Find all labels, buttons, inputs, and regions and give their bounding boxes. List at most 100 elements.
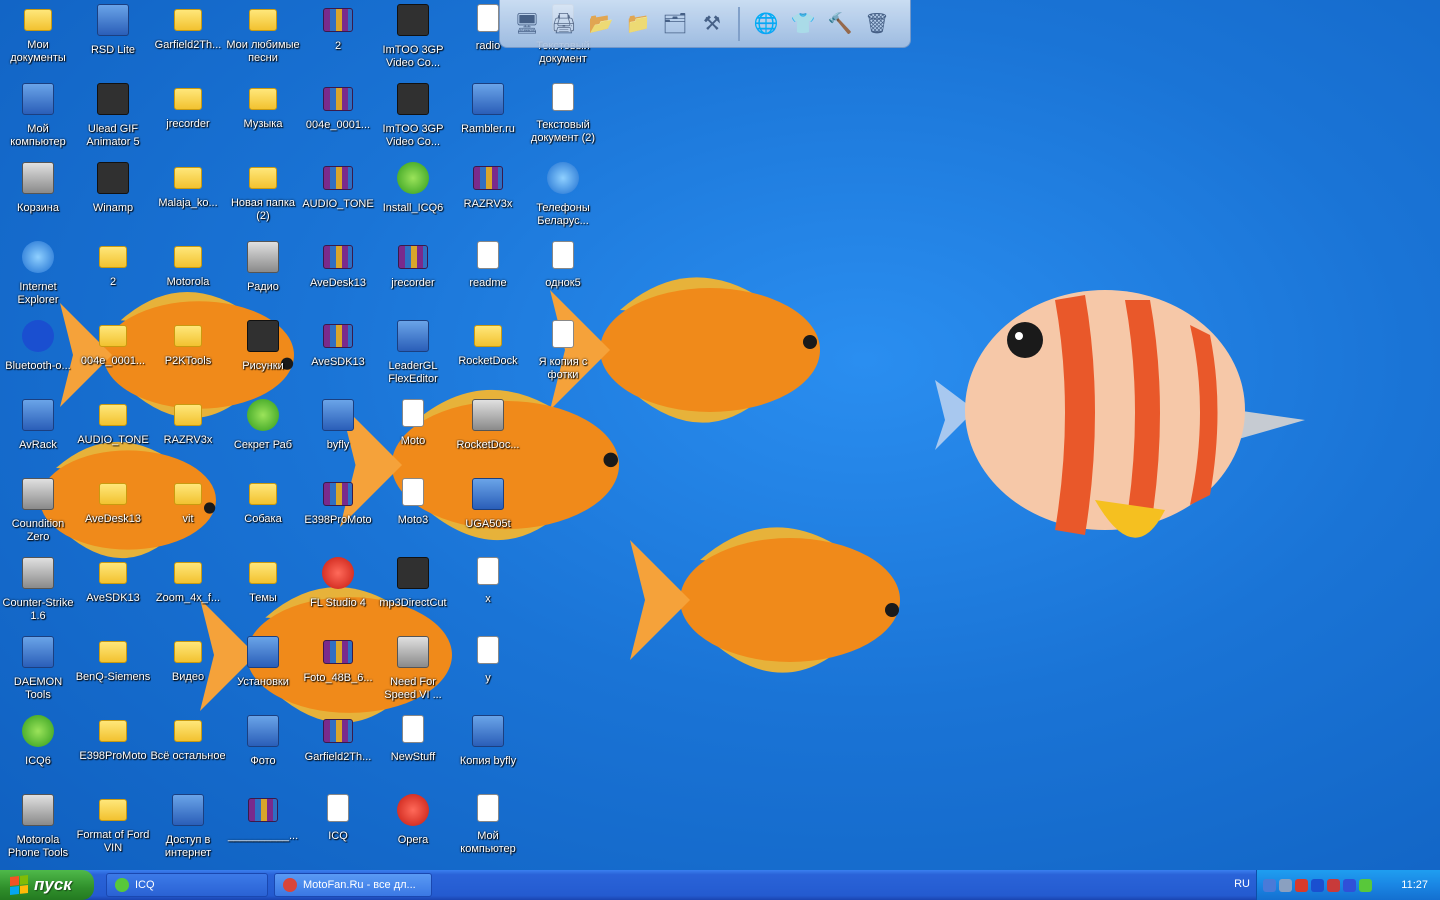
desktop-icon[interactable]: ICQ6 xyxy=(0,713,76,789)
globe-network-icon[interactable]: 🌐 xyxy=(749,7,783,41)
desktop-icon[interactable]: ImTOO 3GP Video Co... xyxy=(375,81,451,157)
desktop-icon[interactable]: Garfield2Th... xyxy=(300,713,376,789)
tshirt-icon[interactable]: 👕 xyxy=(786,7,820,41)
desktop-icon[interactable]: Фото xyxy=(225,713,301,789)
desktop-icon[interactable]: 004e_0001... xyxy=(75,318,151,394)
desktop-icon[interactable]: Moto3 xyxy=(375,476,451,552)
desktop-icon[interactable]: Foto_48B_6... xyxy=(300,634,376,710)
bluetooth-icon[interactable] xyxy=(1311,878,1324,892)
desktop-icon[interactable]: Ulead GIF Animator 5 xyxy=(75,81,151,157)
desktop-icon[interactable]: Moto xyxy=(375,397,451,473)
desktop-icon[interactable]: jrecorder xyxy=(375,239,451,315)
desktop-icon[interactable]: Видео xyxy=(150,634,226,710)
desktop-icon[interactable]: Доступ в интернет xyxy=(150,792,226,868)
desktop-icon[interactable]: Rambler.ru xyxy=(450,81,526,157)
taskbar-button-icq[interactable]: ICQ xyxy=(106,873,268,897)
desktop-icon[interactable]: Install_ICQ6 xyxy=(375,160,451,236)
desktop-icon[interactable]: Malaja_ko... xyxy=(150,160,226,236)
computer-icon[interactable]: 🖥 xyxy=(510,7,544,41)
taskbar-button-browser[interactable]: MotoFan.Ru - все дл... xyxy=(274,873,432,897)
desktop-icon[interactable]: AveSDK13 xyxy=(75,555,151,631)
desktop-icon[interactable]: Музыка xyxy=(225,81,301,157)
printer-icon[interactable]: 🖨 xyxy=(547,7,581,41)
desktop-icon[interactable]: Opera xyxy=(375,792,451,868)
desktop-icon[interactable]: Мой компьютер xyxy=(450,792,526,868)
desktop-icon[interactable]: Темы xyxy=(225,555,301,631)
start-button[interactable]: пуск xyxy=(0,870,94,900)
desktop-icon[interactable]: ImTOO 3GP Video Co... xyxy=(375,2,451,78)
desktop-icon[interactable]: Установки xyxy=(225,634,301,710)
desktop-icon[interactable]: AvRack xyxy=(0,397,76,473)
desktop-icon[interactable]: Zoom_4x_f... xyxy=(150,555,226,631)
desktop-icon[interactable]: AveDesk13 xyxy=(75,476,151,552)
desktop-icon[interactable]: DAEMON Tools xyxy=(0,634,76,710)
icq-flower-icon[interactable] xyxy=(1359,878,1372,892)
desktop-icon[interactable]: vit xyxy=(150,476,226,552)
desktop-icon[interactable]: Garfield2Th... xyxy=(150,2,226,78)
desktop-icon[interactable]: __________... xyxy=(225,792,301,868)
desktop-icon[interactable]: Всё остальное xyxy=(150,713,226,789)
desktop-icon[interactable]: byfly xyxy=(300,397,376,473)
desktop-icon[interactable]: LeaderGL FlexEditor xyxy=(375,318,451,394)
show-hidden-icon[interactable] xyxy=(1263,878,1276,892)
desktop-icon[interactable]: Мои документы xyxy=(0,2,76,78)
desktop-icon[interactable]: Текстовый документ (2) xyxy=(525,81,601,157)
desktop-icon[interactable]: однок5 xyxy=(525,239,601,315)
desktop-icon[interactable]: RocketDock xyxy=(450,318,526,394)
desktop-icon[interactable]: Motorola xyxy=(150,239,226,315)
desktop-icon[interactable]: Internet Explorer xyxy=(0,239,76,315)
desktop-icon[interactable]: RAZRV3x xyxy=(450,160,526,236)
network-icon[interactable] xyxy=(1279,878,1292,892)
desktop-icon[interactable]: jrecorder xyxy=(150,81,226,157)
desktop-icon[interactable]: AUDIO_TONE xyxy=(75,397,151,473)
desktop-icon[interactable]: 2 xyxy=(75,239,151,315)
desktop-icon[interactable]: Копия byfly xyxy=(450,713,526,789)
flag-icon[interactable] xyxy=(1295,878,1308,892)
open-folder-icon[interactable]: 📂 xyxy=(584,7,618,41)
desktop-icon[interactable]: 004e_0001... xyxy=(300,81,376,157)
shield-icon[interactable] xyxy=(1327,878,1340,892)
desktop-icon[interactable]: E398ProMoto xyxy=(300,476,376,552)
tools-icon[interactable]: ⚒ xyxy=(695,7,729,41)
desktop-icon[interactable]: AUDIO_TONE xyxy=(300,160,376,236)
desktop-icon[interactable]: BenQ-Siemens xyxy=(75,634,151,710)
desktop-icon[interactable]: Радио xyxy=(225,239,301,315)
desktop-icon[interactable]: RocketDoc... xyxy=(450,397,526,473)
picture-folder-icon[interactable]: 🗂 xyxy=(658,7,692,41)
recycle-bin-icon[interactable]: 🗑 xyxy=(860,7,894,41)
desktop-icon[interactable]: P2KTools xyxy=(150,318,226,394)
desktop-icon[interactable]: Секрет Раб xyxy=(225,397,301,473)
bluetooth-2-icon[interactable] xyxy=(1343,878,1356,892)
desktop-icon[interactable]: Новая папка (2) xyxy=(225,160,301,236)
desktop-icon[interactable]: Мои любимые песни xyxy=(225,2,301,78)
desktop-icon[interactable]: RSD Lite xyxy=(75,2,151,78)
desktop-icon[interactable]: Мой компьютер xyxy=(0,81,76,157)
clock[interactable]: 11:27 xyxy=(1401,879,1428,891)
desktop-icon[interactable]: y xyxy=(450,634,526,710)
desktop-icon[interactable]: Counter-Strike 1.6 xyxy=(0,555,76,631)
desktop-icon[interactable]: Format of Ford VIN xyxy=(75,792,151,868)
desktop-icon[interactable]: Winamp xyxy=(75,160,151,236)
desktop-icon[interactable]: AveDesk13 xyxy=(300,239,376,315)
desktop-icon[interactable]: Рисунки xyxy=(225,318,301,394)
desktop-icon[interactable]: Я копия с фотки xyxy=(525,318,601,394)
desktop-icon[interactable]: AveSDK13 xyxy=(300,318,376,394)
desktop-icon[interactable]: readme xyxy=(450,239,526,315)
desktop-icon[interactable]: UGA505t xyxy=(450,476,526,552)
desktop-icon[interactable]: mp3DirectCut xyxy=(375,555,451,631)
desktop-icon[interactable]: Собака xyxy=(225,476,301,552)
desktop-icon[interactable]: Bluetooth-о... xyxy=(0,318,76,394)
desktop-icon[interactable]: RAZRV3x xyxy=(150,397,226,473)
desktop-icon[interactable]: NewStuff xyxy=(375,713,451,789)
desktop-icon[interactable]: ICQ xyxy=(300,792,376,868)
desktop-icon[interactable]: E398ProMoto xyxy=(75,713,151,789)
hammer-icon[interactable]: 🔨 xyxy=(823,7,857,41)
desktop-icon[interactable]: 2 xyxy=(300,2,376,78)
desktop-icon[interactable]: Coundition Zero xyxy=(0,476,76,552)
desktop-icon[interactable]: FL Studio 4 xyxy=(300,555,376,631)
desktop-icon[interactable]: Телефоны Беларус... xyxy=(525,160,601,236)
folder-icon[interactable]: 📁 xyxy=(621,7,655,41)
desktop-icon[interactable]: Need For Speed VI ... xyxy=(375,634,451,710)
language-indicator[interactable]: RU xyxy=(1234,878,1250,890)
desktop-icon[interactable]: x xyxy=(450,555,526,631)
